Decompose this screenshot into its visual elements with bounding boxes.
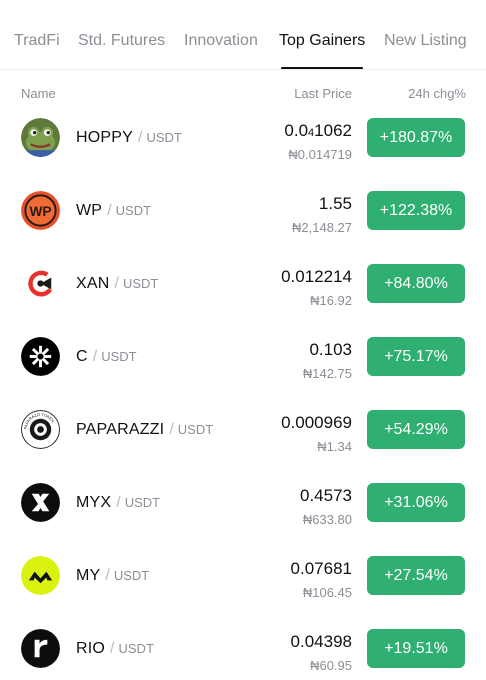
- pair-name: WP / USDT: [76, 202, 151, 220]
- market-row-my[interactable]: MY / USDT 0.07681 ₦106.45 +27.54%: [0, 539, 486, 612]
- market-row-hoppy[interactable]: HOPPY / USDT 0.041062 ₦0.014719 +180.87%: [0, 101, 486, 174]
- xan-logo-icon: [21, 264, 60, 303]
- fiat-price: ₦2,148.27: [292, 220, 352, 235]
- change-badge[interactable]: +27.54%: [367, 556, 465, 595]
- market-row-c[interactable]: C / USDT 0.103 ₦142.75 +75.17%: [0, 320, 486, 393]
- base-symbol: WP: [76, 202, 103, 219]
- pair-separator: /: [110, 640, 115, 657]
- price-leading: 0.07681: [290, 559, 352, 578]
- price-leading: 0.103: [309, 340, 352, 359]
- tab-std-futures[interactable]: Std. Futures: [78, 32, 165, 50]
- market-row-rio[interactable]: RIO / USDT 0.04398 ₦60.95 +19.51%: [0, 612, 486, 680]
- base-symbol: PAPARAZZI: [76, 421, 165, 438]
- active-tab-indicator: [281, 67, 363, 69]
- base-symbol: XAN: [76, 275, 110, 292]
- quote-symbol: USDT: [101, 349, 137, 364]
- change-badge[interactable]: +19.51%: [367, 629, 465, 668]
- base-symbol: RIO: [76, 640, 106, 657]
- quote-symbol: USDT: [118, 641, 154, 656]
- last-price: 0.07681: [291, 559, 352, 579]
- price-leading: 1.55: [318, 194, 352, 213]
- pair-separator: /: [138, 129, 143, 146]
- change-badge[interactable]: +84.80%: [367, 264, 465, 303]
- market-row-paparazzi[interactable]: PAPARAZZI TOKEN PAPARAZZI / USDT 0.000969 …: [0, 393, 486, 466]
- quote-symbol: USDT: [113, 568, 150, 583]
- change-badge[interactable]: +75.17%: [367, 337, 465, 376]
- quote-symbol: USDT: [177, 422, 214, 437]
- tab-new-listing[interactable]: New Listing: [384, 32, 467, 50]
- market-row-wp[interactable]: WP WP / USDT 1.55 ₦2,148.27 +122.38%: [0, 174, 486, 247]
- base-symbol: HOPPY: [76, 129, 134, 146]
- change-badge[interactable]: +31.06%: [367, 483, 465, 522]
- fiat-price: ₦0.014719: [288, 147, 352, 162]
- market-tabs: TradFi Std. Futures Innovation Top Gaine…: [0, 0, 486, 70]
- pair-separator: /: [105, 567, 110, 584]
- change-badge[interactable]: +54.29%: [367, 410, 465, 449]
- quote-symbol: USDT: [122, 276, 159, 291]
- base-symbol: MYX: [76, 494, 112, 511]
- myx-logo-icon: [21, 483, 60, 522]
- quote-symbol: USDT: [115, 203, 152, 218]
- price-leading: 0.0: [284, 121, 309, 140]
- fiat-price: ₦16.92: [310, 293, 352, 308]
- pair-name: MYX / USDT: [76, 494, 160, 512]
- market-row-myx[interactable]: MYX / USDT 0.4573 ₦633.80 +31.06%: [0, 466, 486, 539]
- camera-seal-icon: PAPARAZZI TOKEN: [21, 410, 60, 449]
- pair-name: MY / USDT: [76, 567, 149, 585]
- column-header-last-price[interactable]: Last Price: [294, 86, 352, 101]
- wp-logo-icon: WP: [21, 191, 60, 230]
- pair-name: C / USDT: [76, 348, 137, 366]
- base-symbol: C: [76, 348, 88, 365]
- quote-symbol: USDT: [124, 495, 161, 510]
- pair-separator: /: [114, 275, 119, 292]
- last-price: 0.041062: [284, 121, 352, 141]
- tab-tradfi[interactable]: TradFi: [14, 32, 60, 50]
- price-leading: 0.012214: [281, 267, 352, 286]
- fiat-price: ₦142.75: [302, 366, 352, 381]
- my-logo-icon: [21, 556, 60, 595]
- wp-logo-text: WP: [30, 204, 52, 219]
- pair-separator: /: [169, 421, 174, 438]
- pair-name: RIO / USDT: [76, 640, 154, 658]
- pair-separator: /: [107, 202, 112, 219]
- price-trailing: 1062: [314, 121, 352, 140]
- base-symbol: MY: [76, 567, 101, 584]
- last-price: 0.04398: [291, 632, 352, 652]
- pair-name: PAPARAZZI / USDT: [76, 421, 213, 439]
- tab-top-gainers[interactable]: Top Gainers: [279, 32, 365, 50]
- column-header-change[interactable]: 24h chg%: [408, 86, 466, 101]
- fiat-price: ₦633.80: [302, 512, 352, 527]
- pair-separator: /: [92, 348, 98, 365]
- tab-innovation[interactable]: Innovation: [184, 32, 258, 50]
- change-badge[interactable]: +122.38%: [367, 191, 465, 230]
- last-price: 0.4573: [300, 486, 352, 506]
- fiat-price: ₦106.45: [302, 585, 352, 600]
- price-leading: 0.4573: [300, 486, 352, 505]
- price-leading: 0.000969: [281, 413, 352, 432]
- last-price: 0.103: [309, 340, 352, 360]
- fiat-price: ₦60.95: [310, 658, 352, 673]
- price-leading: 0.04398: [290, 632, 352, 651]
- last-price: 0.000969: [281, 413, 352, 433]
- quote-symbol: USDT: [146, 130, 182, 145]
- pair-name: XAN / USDT: [76, 275, 158, 293]
- pair-separator: /: [116, 494, 121, 511]
- pair-name: HOPPY / USDT: [76, 129, 182, 147]
- fiat-price: ₦1.34: [317, 439, 352, 454]
- last-price: 1.55: [319, 194, 352, 214]
- market-row-xan[interactable]: XAN / USDT 0.012214 ₦16.92 +84.80%: [0, 247, 486, 320]
- column-header-name[interactable]: Name: [21, 86, 56, 101]
- rio-logo-icon: [21, 629, 60, 668]
- frog-avatar-icon: [21, 118, 60, 157]
- last-price: 0.012214: [281, 267, 352, 287]
- change-badge[interactable]: +180.87%: [367, 118, 465, 157]
- c-logo-icon: [21, 337, 60, 376]
